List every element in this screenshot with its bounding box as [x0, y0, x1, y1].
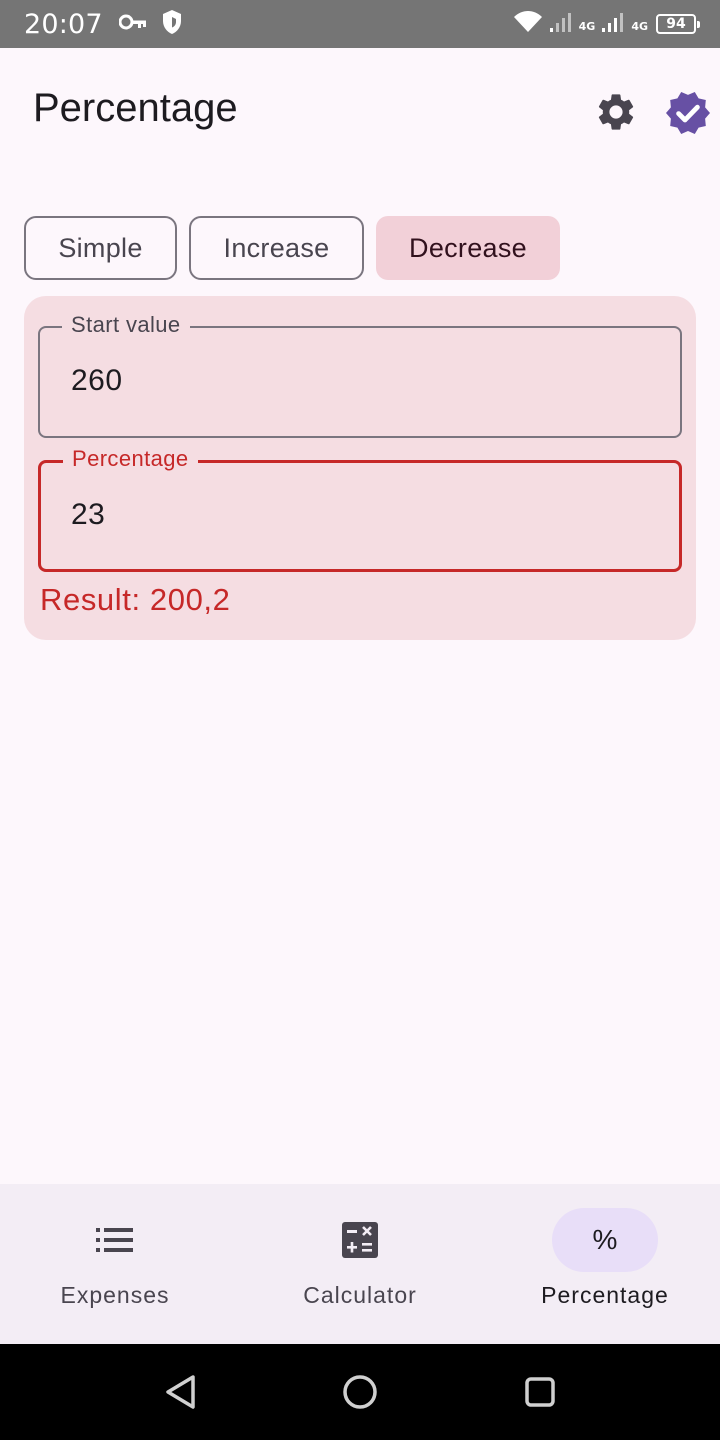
start-value-label: Start value [62, 312, 190, 338]
start-value-input[interactable]: 260 [71, 364, 123, 398]
battery-icon: 94 [656, 14, 700, 34]
calculator-card: Start value 260 Percentage 23 Result: 20… [24, 296, 696, 640]
start-value-field[interactable]: Start value 260 [38, 312, 682, 438]
shield-icon [161, 9, 183, 39]
percentage-input[interactable]: 23 [71, 498, 105, 532]
nav-label-percentage: Percentage [541, 1282, 669, 1308]
tab-simple[interactable]: Simple [24, 216, 177, 280]
tab-increase[interactable]: Increase [189, 216, 364, 280]
recents-icon [525, 1377, 555, 1407]
verified-badge-icon [666, 92, 710, 134]
recents-button[interactable] [520, 1372, 560, 1412]
battery-level: 94 [666, 16, 686, 32]
page-title: Percentage [33, 86, 238, 130]
nav-item-expenses[interactable]: Expenses [18, 1208, 218, 1328]
percent-glyph: % [592, 1224, 618, 1255]
percent-icon: % [508, 1208, 702, 1272]
status-right-icons: 4G 4G 94 [513, 10, 700, 38]
network-type-label: 4G [578, 20, 596, 33]
status-left-icons [118, 9, 183, 39]
back-button[interactable] [160, 1372, 200, 1412]
settings-button[interactable] [594, 90, 638, 134]
home-icon [343, 1375, 377, 1409]
nav-item-calculator[interactable]: Calculator [263, 1208, 463, 1328]
nav-item-percentage[interactable]: % Percentage [508, 1208, 708, 1328]
gear-icon [598, 94, 634, 130]
key-icon [118, 14, 147, 34]
percentage-field[interactable]: Percentage 23 [38, 446, 682, 572]
signal-icon [549, 11, 573, 37]
status-bar: 20:07 4G 4G 94 [0, 0, 720, 48]
verified-button[interactable] [664, 89, 712, 137]
system-navigation-bar [0, 1344, 720, 1440]
wifi-icon [513, 10, 543, 38]
signal-icon [601, 11, 625, 37]
result-text: Result: 200,2 [40, 582, 231, 617]
nav-label-expenses: Expenses [60, 1282, 170, 1308]
status-time: 20:07 [24, 8, 103, 40]
home-button[interactable] [340, 1372, 380, 1412]
percentage-label: Percentage [63, 446, 198, 472]
nav-label-calculator: Calculator [303, 1282, 417, 1308]
back-icon [166, 1375, 195, 1409]
bottom-navigation: Expenses Calculator % Percentage [0, 1184, 720, 1344]
calculator-icon [263, 1208, 457, 1272]
list-icon [18, 1208, 212, 1272]
network-type-label: 4G [631, 20, 648, 33]
tab-decrease[interactable]: Decrease [376, 216, 560, 280]
